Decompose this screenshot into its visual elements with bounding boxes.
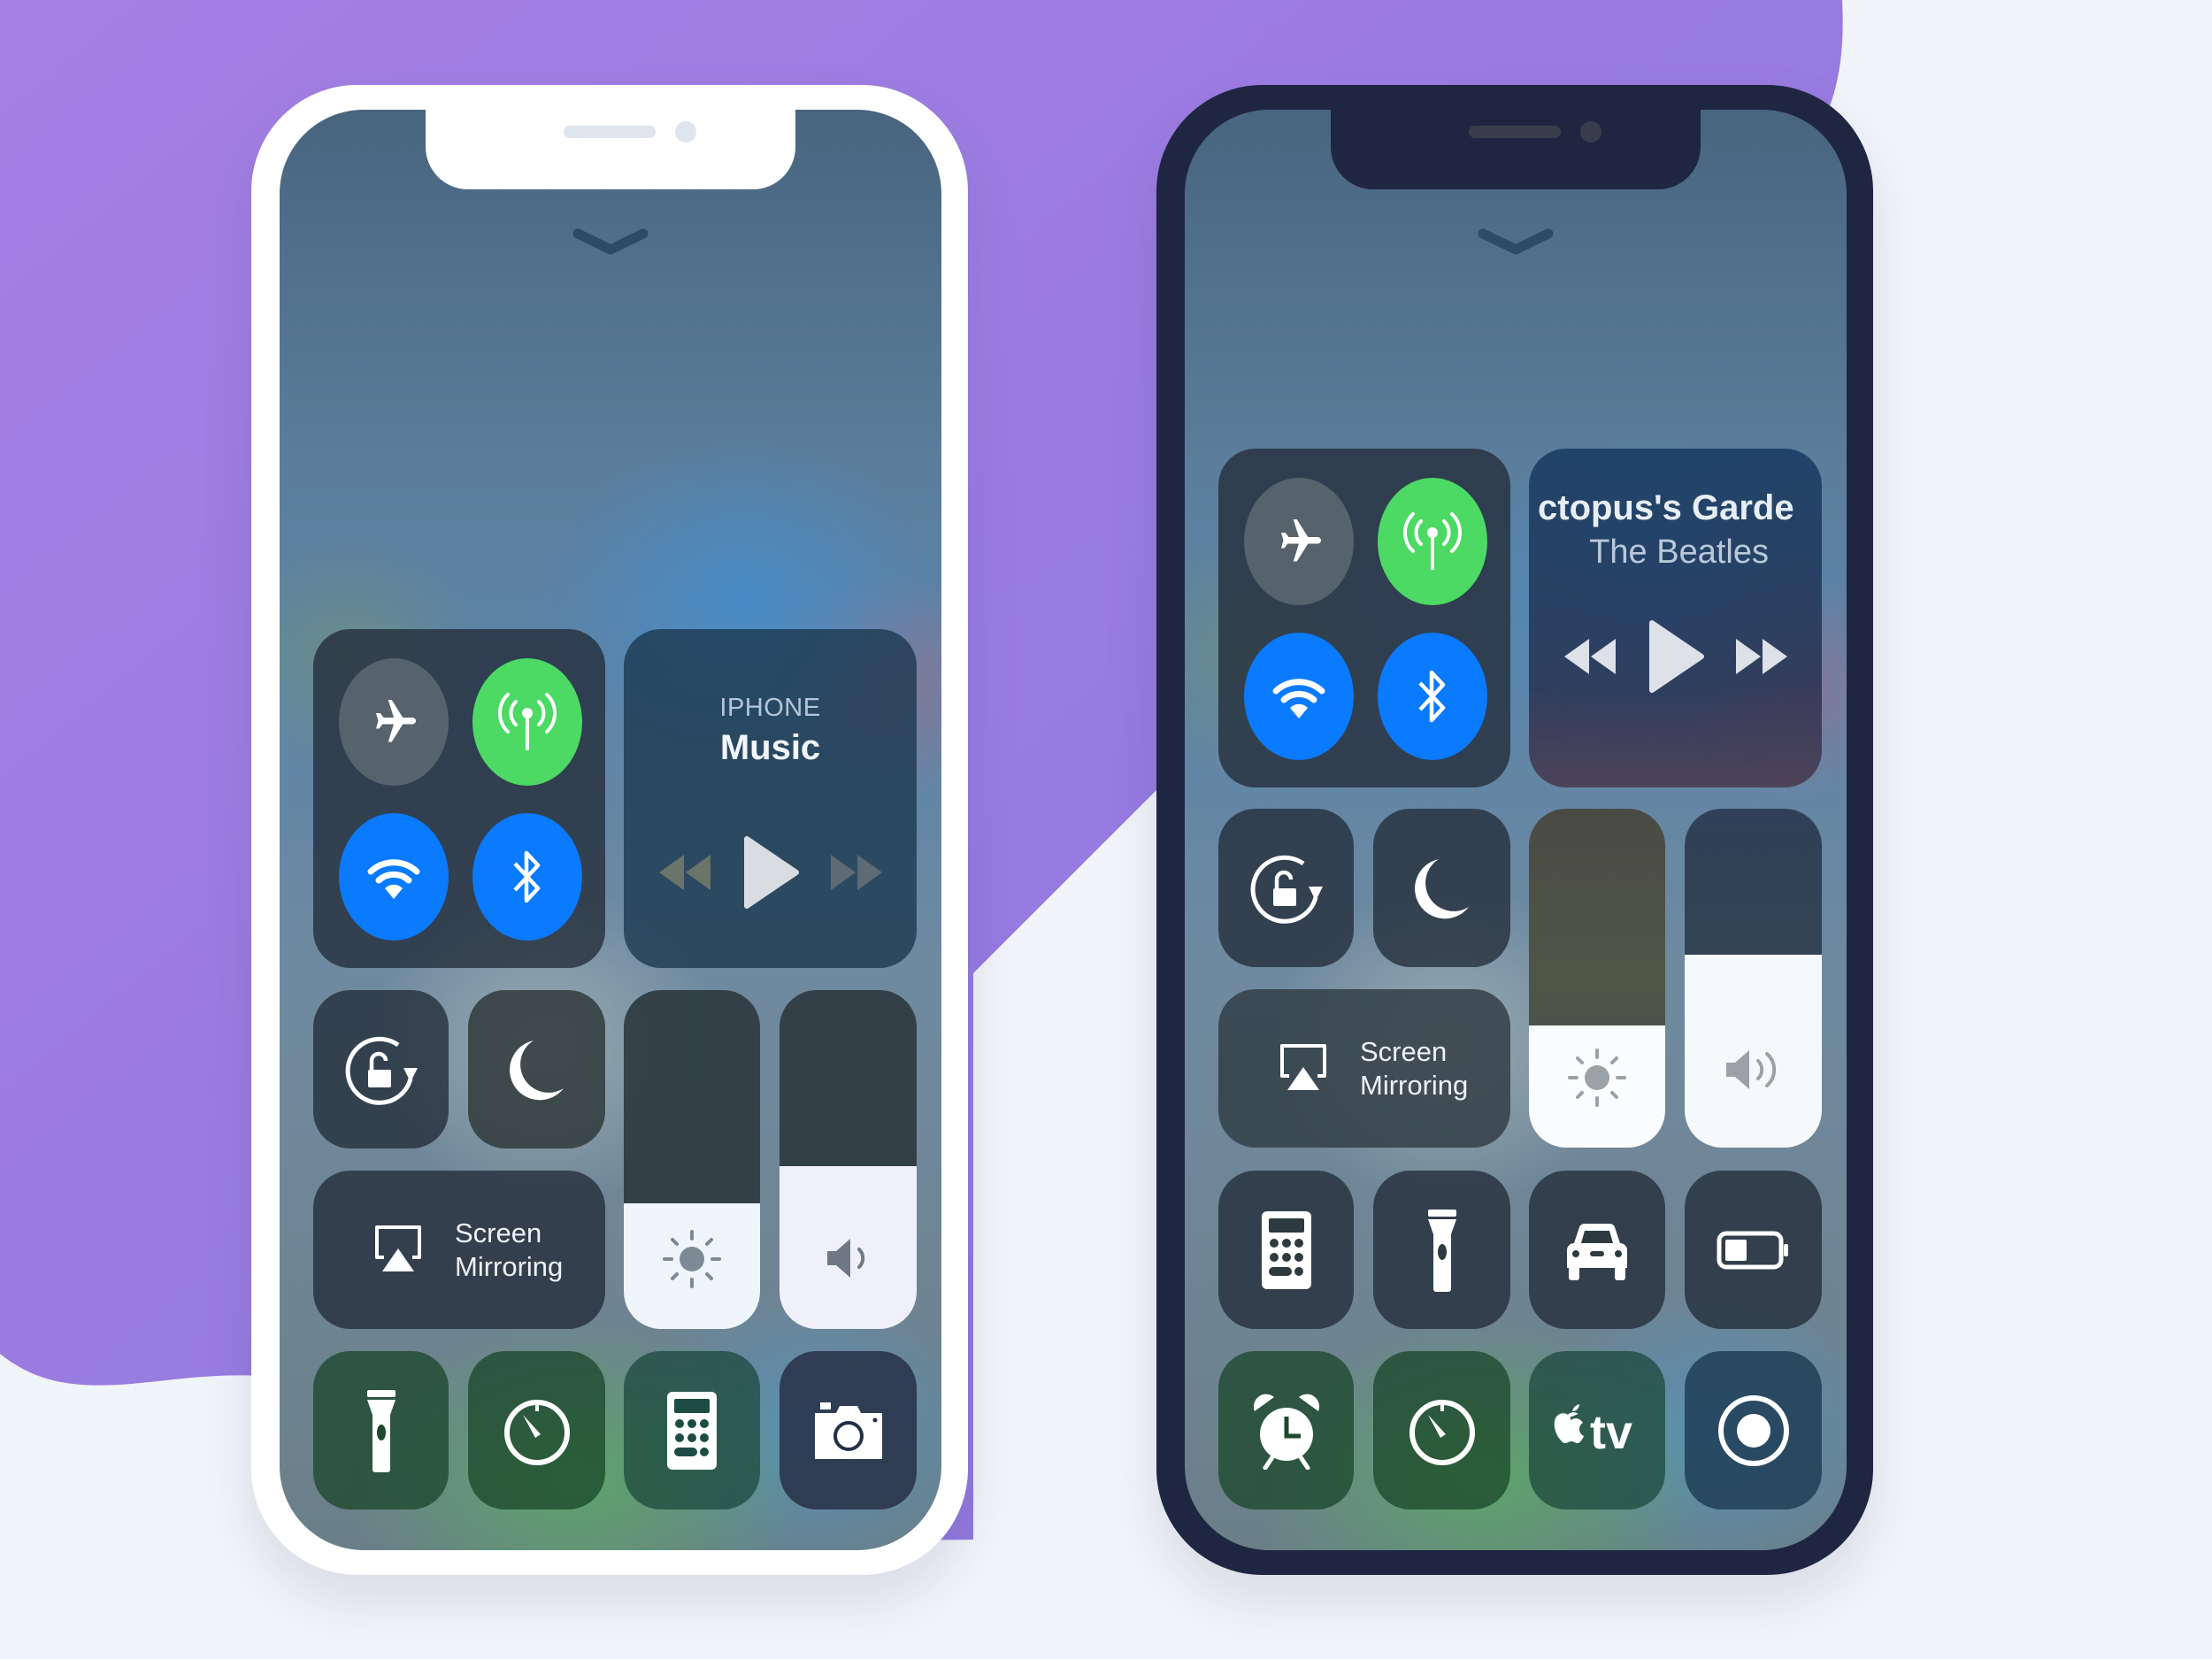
airplay-icon	[375, 1225, 421, 1271]
cellular-data-toggle[interactable]	[1378, 478, 1487, 605]
brightness-slider[interactable]	[1529, 809, 1665, 1148]
do-not-disturb-toggle[interactable]	[468, 990, 605, 1148]
bluetooth-icon	[513, 850, 541, 903]
sun-icon	[1568, 1048, 1626, 1107]
apple-tv-remote-button[interactable]: tv	[1529, 1351, 1665, 1509]
airplane-mode-toggle[interactable]	[339, 658, 449, 786]
connectivity-module	[1218, 449, 1510, 787]
wifi-toggle[interactable]	[339, 813, 449, 941]
track-artist: The Beatles	[1589, 534, 1769, 571]
notch	[1331, 110, 1701, 189]
screen-mirroring-button[interactable]: Screen Mirroring	[1218, 989, 1510, 1148]
bluetooth-toggle[interactable]	[472, 813, 582, 941]
audio-source-label: IPHONE	[719, 694, 821, 722]
dismiss-chevron-icon[interactable]	[571, 225, 650, 260]
brightness-slider[interactable]	[624, 990, 760, 1329]
connectivity-module	[313, 629, 605, 968]
flashlight-icon	[366, 1389, 396, 1472]
rewind-icon[interactable]	[1561, 635, 1619, 678]
moon-icon	[509, 1040, 564, 1100]
now-playing-module[interactable]: ctopus's Garden The Beatles	[1529, 449, 1822, 787]
rotation-lock-icon	[1250, 855, 1323, 924]
calculator-icon	[1261, 1210, 1311, 1289]
timer-icon	[503, 1399, 570, 1465]
control-center-screen: ctopus's Garden The Beatles Screen Mirror…	[1185, 110, 1847, 1550]
speaker-grille	[564, 126, 656, 138]
play-icon[interactable]	[741, 835, 800, 910]
battery-icon	[1717, 1231, 1788, 1269]
bluetooth-icon	[1418, 670, 1446, 723]
timer-icon	[1409, 1399, 1475, 1465]
wifi-icon	[367, 859, 420, 899]
volume-slider[interactable]	[1685, 809, 1822, 1148]
sun-icon	[663, 1230, 721, 1288]
cellular-antenna-icon	[1403, 512, 1462, 570]
screen-record-icon	[1717, 1394, 1789, 1466]
moon-icon	[1414, 858, 1469, 918]
wifi-toggle[interactable]	[1244, 633, 1354, 760]
label-line1: Screen	[455, 1217, 542, 1248]
bluetooth-toggle[interactable]	[1378, 633, 1487, 760]
car-icon	[1567, 1223, 1627, 1280]
low-power-mode-button[interactable]	[1685, 1171, 1822, 1329]
do-not-disturb-toggle[interactable]	[1373, 809, 1510, 967]
airplay-icon	[1280, 1044, 1326, 1090]
wifi-icon	[1272, 679, 1325, 718]
fast-forward-icon[interactable]	[827, 851, 886, 894]
app-title: Music	[719, 728, 821, 767]
screen-mirroring-label: Screen Mirroring	[455, 1217, 563, 1284]
label-line2: Mirroring	[1360, 1070, 1469, 1101]
timer-button[interactable]	[468, 1351, 605, 1509]
front-camera	[1580, 121, 1601, 142]
screen-mirroring-button[interactable]: Screen Mirroring	[313, 1171, 605, 1329]
rewind-icon[interactable]	[656, 851, 714, 894]
orientation-lock-toggle[interactable]	[1218, 809, 1354, 967]
speaker-icon	[826, 1239, 864, 1278]
calculator-button[interactable]	[1218, 1171, 1354, 1329]
front-camera	[675, 121, 696, 142]
phone-dark: ctopus's Garden The Beatles Screen Mirror…	[1156, 85, 1873, 1575]
screen-mirroring-label: Screen Mirroring	[1360, 1035, 1468, 1102]
airplane-icon	[376, 700, 416, 742]
cellular-data-toggle[interactable]	[472, 658, 582, 786]
rotation-lock-icon	[345, 1036, 418, 1105]
timer-button[interactable]	[1373, 1351, 1510, 1509]
volume-slider[interactable]	[780, 990, 917, 1329]
speaker-icon	[1725, 1050, 1776, 1089]
calculator-icon	[667, 1391, 717, 1470]
airplane-mode-toggle[interactable]	[1244, 478, 1354, 605]
notch	[426, 110, 795, 189]
orientation-lock-toggle[interactable]	[313, 990, 449, 1148]
transport-controls	[1529, 617, 1822, 696]
apple-tv-icon: tv	[1554, 1403, 1632, 1459]
calculator-button[interactable]	[624, 1351, 760, 1509]
label-line1: Screen	[1360, 1036, 1448, 1067]
now-playing-module[interactable]: IPHONE Music	[624, 629, 917, 968]
camera-icon	[814, 1402, 882, 1459]
driving-focus-button[interactable]	[1529, 1171, 1665, 1329]
flashlight-icon	[1427, 1209, 1456, 1292]
alarm-button[interactable]	[1218, 1351, 1354, 1509]
screen-recording-button[interactable]	[1685, 1351, 1822, 1509]
fast-forward-icon[interactable]	[1732, 635, 1791, 678]
airplane-icon	[1281, 519, 1321, 562]
flashlight-button[interactable]	[1373, 1171, 1510, 1329]
label-line2: Mirroring	[455, 1251, 564, 1282]
control-center-screen: IPHONE Music Screen Mirroring	[280, 110, 941, 1550]
dismiss-chevron-icon[interactable]	[1476, 225, 1555, 260]
track-title: ctopus's Garden	[1538, 488, 1795, 527]
camera-button[interactable]	[780, 1351, 917, 1509]
transport-controls	[624, 833, 917, 912]
phone-white: IPHONE Music Screen Mirroring	[251, 85, 968, 1575]
svg-text:tv: tv	[1590, 1406, 1632, 1459]
speaker-grille	[1469, 126, 1561, 138]
cellular-antenna-icon	[498, 693, 557, 750]
play-icon[interactable]	[1647, 619, 1705, 694]
flashlight-button[interactable]	[313, 1351, 449, 1509]
alarm-clock-icon	[1253, 1394, 1319, 1470]
